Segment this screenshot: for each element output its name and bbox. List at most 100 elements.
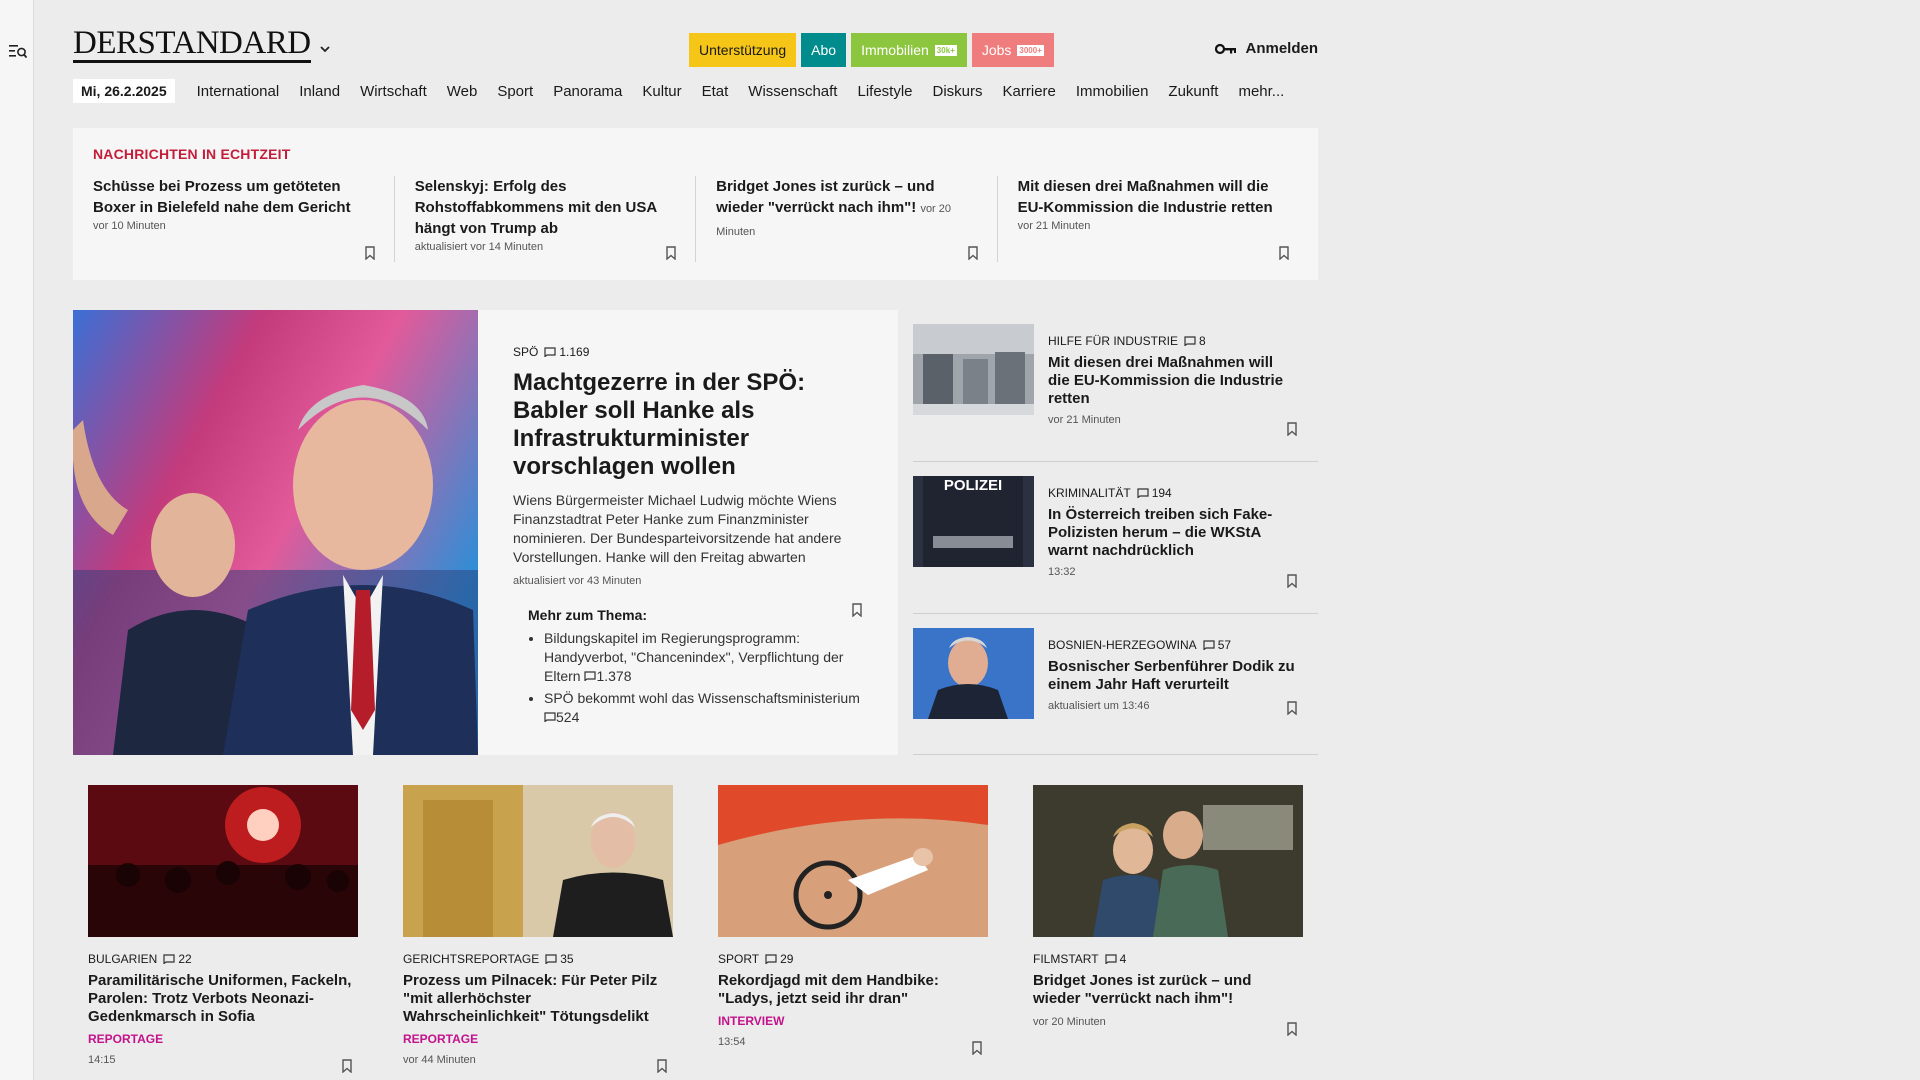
teaser-card-image[interactable]	[718, 785, 988, 937]
comment-icon	[765, 954, 777, 964]
nav-item-etat[interactable]: Etat	[702, 83, 729, 100]
bookmark-icon[interactable]	[1286, 574, 1298, 588]
abo-label: Abo	[811, 42, 837, 58]
side-comment-count[interactable]: 194	[1137, 486, 1172, 500]
chevron-down-icon[interactable]	[319, 44, 331, 54]
bookmark-icon[interactable]	[851, 603, 863, 617]
nav-item-sport[interactable]: Sport	[497, 83, 533, 100]
bookmark-icon[interactable]	[971, 1041, 983, 1055]
side-kicker-label: BOSNIEN-HERZEGOWINA	[1048, 638, 1197, 652]
site-logo[interactable]: DERSTANDARD	[73, 26, 311, 63]
nav-item-panorama[interactable]: Panorama	[553, 83, 622, 100]
bookmark-icon[interactable]	[364, 246, 376, 260]
teaser-card[interactable]: BULGARIEN 22 Paramilitärische Uniformen,…	[88, 785, 358, 1080]
immobilien-count-badge: 30k+	[934, 44, 957, 56]
nav-item-wissenschaft[interactable]: Wissenschaft	[748, 83, 837, 100]
nav-item-inland[interactable]: Inland	[299, 83, 340, 100]
main-nav: Mi, 26.2.2025 International Inland Wirts…	[73, 76, 1318, 106]
bookmark-icon[interactable]	[967, 246, 979, 260]
bookmark-icon[interactable]	[341, 1059, 353, 1073]
teaser-card-image[interactable]	[403, 785, 673, 937]
comment-icon	[544, 712, 556, 723]
abo-button[interactable]: Abo	[801, 33, 847, 67]
nav-item-kultur[interactable]: Kultur	[642, 83, 681, 100]
side-title: Mit diesen drei Maßnahmen will die EU-Ko…	[1048, 354, 1284, 407]
ticker-item[interactable]: Selenskyj: Erfolg des Rohstoffabkommens …	[393, 176, 695, 262]
nav-item-lifestyle[interactable]: Lifestyle	[857, 83, 912, 100]
card-comment-count[interactable]: 35	[545, 952, 574, 966]
card-comment-count[interactable]: 22	[163, 952, 192, 966]
nav-item-diskurs[interactable]: Diskurs	[933, 83, 983, 100]
ticker-item-title-wrap: Bridget Jones ist zurück – und wieder "v…	[716, 176, 978, 243]
bookmark-icon[interactable]	[1286, 1022, 1298, 1036]
related-item[interactable]: Bildungskapitel im Regierungsprogramm: H…	[544, 629, 868, 686]
side-teaser-image[interactable]	[913, 628, 1034, 719]
teaser-card[interactable]: FILMSTART 4 Bridget Jones ist zurück – u…	[1033, 785, 1303, 1080]
related-item[interactable]: SPÖ bekommt wohl das Wissenschaftsminist…	[544, 689, 868, 727]
side-teaser-image[interactable]	[913, 324, 1034, 415]
side-comment-count[interactable]: 8	[1184, 334, 1206, 348]
police-text: POLIZEI	[944, 477, 1002, 494]
teaser-card[interactable]: SPORT 29 Rekordjagd mit dem Handbike: "L…	[718, 785, 988, 1080]
side-teaser-image[interactable]: POLIZEI	[913, 476, 1034, 567]
side-teaser[interactable]: POLIZEI KRIMINALITÄT 194 In Österreich t…	[913, 462, 1318, 614]
side-teaser-text: HILFE FÜR INDUSTRIE 8 Mit diesen drei Ma…	[1048, 334, 1298, 426]
teaser-grid: BULGARIEN 22 Paramilitärische Uniformen,…	[88, 785, 1303, 1080]
ticker-item-title: Mit diesen drei Maßnahmen will die EU-Ko…	[1017, 178, 1273, 216]
side-kicker: KRIMINALITÄT 194	[1048, 486, 1298, 500]
nav-item-wirtschaft[interactable]: Wirtschaft	[360, 83, 427, 100]
comment-icon	[1184, 336, 1196, 346]
ticker-item-meta: vor 21 Minuten	[1017, 220, 1091, 232]
ticker-item[interactable]: Schüsse bei Prozess um getöteten Boxer i…	[93, 176, 394, 262]
card-meta: vor 20 Minuten	[1033, 1016, 1106, 1028]
lead-comment-count[interactable]: 1.169	[544, 345, 589, 359]
card-kicker: SPORT 29	[718, 952, 988, 966]
ticker-item[interactable]: Mit diesen drei Maßnahmen will die EU-Ko…	[996, 176, 1298, 262]
lead-article-image[interactable]	[73, 310, 478, 755]
bookmark-icon[interactable]	[1286, 701, 1298, 715]
nav-item-immobilien[interactable]: Immobilien	[1076, 83, 1149, 100]
side-comment-count[interactable]: 57	[1203, 638, 1231, 652]
card-kicker-label: SPORT	[718, 952, 760, 966]
card-label: REPORTAGE	[403, 1032, 479, 1046]
card-comment-count[interactable]: 29	[765, 952, 793, 966]
teaser-card-image[interactable]	[1033, 785, 1303, 937]
side-kicker-label: HILFE FÜR INDUSTRIE	[1048, 334, 1179, 348]
lead-article[interactable]: SPÖ 1.169 Machtgezerre in der SPÖ: Bable…	[73, 310, 898, 755]
nav-item-web[interactable]: Web	[447, 83, 478, 100]
side-teaser-text: BOSNIEN-HERZEGOWINA 57 Bosnischer Serben…	[1048, 638, 1298, 712]
bookmark-icon[interactable]	[665, 246, 677, 260]
ticker-item-title: Selenskyj: Erfolg des Rohstoffabkommens …	[414, 178, 657, 237]
card-comment-count[interactable]: 4	[1104, 952, 1126, 966]
card-kicker-label: FILMSTART	[1033, 952, 1099, 966]
side-teaser[interactable]: HILFE FÜR INDUSTRIE 8 Mit diesen drei Ma…	[913, 310, 1318, 462]
teaser-card[interactable]: GERICHTSREPORTAGE 35 Prozess um Pilnacek…	[403, 785, 673, 1080]
support-button[interactable]: Unterstützung	[689, 33, 797, 67]
jobs-count-badge: 3000+	[1017, 44, 1044, 56]
nav-item-karriere[interactable]: Karriere	[1003, 83, 1056, 100]
immobilien-button[interactable]: Immobilien 30k+	[851, 33, 967, 67]
current-date: Mi, 26.2.2025	[73, 79, 175, 103]
related-item-comments: 524	[556, 709, 580, 725]
live-ticker: NACHRICHTEN IN ECHTZEIT Schüsse bei Proz…	[73, 128, 1318, 280]
teaser-card-image[interactable]	[88, 785, 358, 937]
nav-item-international[interactable]: International	[197, 83, 280, 100]
comment-icon	[1137, 488, 1149, 498]
comment-icon	[1203, 640, 1215, 650]
ticker-item[interactable]: Bridget Jones ist zurück – und wieder "v…	[695, 176, 996, 262]
login-button[interactable]: Anmelden	[1215, 40, 1318, 57]
bookmark-icon[interactable]	[1278, 246, 1290, 260]
jobs-button[interactable]: Jobs 3000+	[971, 33, 1054, 67]
bookmark-icon[interactable]	[1286, 422, 1298, 436]
nav-item-more[interactable]: mehr...	[1238, 83, 1284, 100]
nav-item-zukunft[interactable]: Zukunft	[1168, 83, 1218, 100]
card-title: Paramilitärische Uniformen, Fackeln, Par…	[88, 972, 352, 1025]
side-meta: 13:32	[1048, 566, 1076, 578]
comment-icon	[544, 347, 556, 357]
lead-title[interactable]: Machtgezerre in der SPÖ: Babler soll Han…	[513, 369, 868, 481]
menu-search-icon[interactable]	[9, 43, 27, 59]
side-teaser[interactable]: BOSNIEN-HERZEGOWINA 57 Bosnischer Serben…	[913, 614, 1318, 755]
side-kicker: BOSNIEN-HERZEGOWINA 57	[1048, 638, 1298, 652]
bookmark-icon[interactable]	[656, 1059, 668, 1073]
comment-icon	[1104, 954, 1117, 964]
